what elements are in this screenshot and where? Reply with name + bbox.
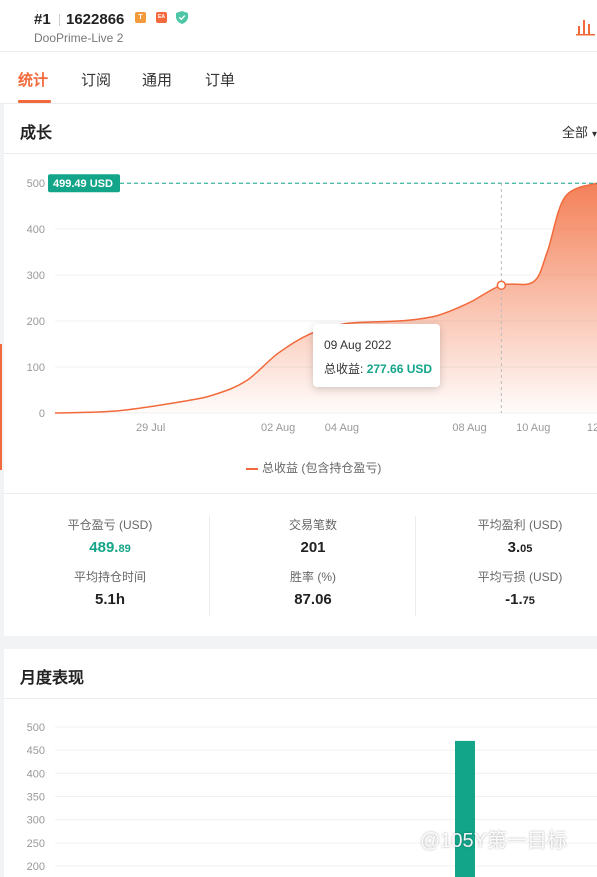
- range-filter-dropdown[interactable]: 全部 ▾: [562, 122, 597, 141]
- stat-value: 87.06: [294, 591, 332, 608]
- header-separator: [59, 14, 60, 26]
- stats-column-divider: [209, 516, 210, 616]
- tab-bar: 统计 订阅 通用 订单: [0, 52, 597, 104]
- tab-orders[interactable]: 订单: [205, 69, 235, 90]
- tooltip-label: 总收益:: [324, 362, 364, 376]
- x-tick-label: 12: [587, 422, 597, 434]
- stat-value: 489.89: [89, 539, 131, 556]
- tooltip-line: 总收益: 277.66 USD: [324, 360, 432, 377]
- monthly-bar[interactable]: [455, 740, 475, 877]
- trader-badge-icon: T: [135, 12, 146, 23]
- tooltip-date: 09 Aug 2022: [324, 338, 392, 352]
- server-name: DooPrime-Live 2: [34, 31, 124, 45]
- y-tick-label: 0: [39, 408, 45, 420]
- y-tick-label: 200: [27, 316, 45, 328]
- stat-label: 平均持仓时间: [73, 570, 146, 584]
- stat-item: 平均盈利 (USD) 3.05: [440, 516, 597, 556]
- stat-label: 平均亏损 (USD): [477, 570, 563, 584]
- growth-divider: [4, 153, 597, 154]
- growth-chart: 499.49 USD 0 100 200 300 400 500 29 Jul 02 Aug 0…: [27, 174, 597, 434]
- legend-label: 总收益 (包含持仓盈亏): [262, 461, 382, 475]
- account-number: 1622866: [66, 11, 125, 28]
- stat-value: 5.1h: [94, 591, 125, 608]
- y-tick-label: 400: [27, 224, 45, 236]
- active-tab-indicator: [18, 100, 51, 103]
- y-tick-label: 200: [27, 861, 45, 873]
- x-tick-label: 02 Aug: [261, 422, 295, 434]
- y-tick-label: 350: [27, 792, 45, 804]
- legend-swatch: [246, 467, 258, 470]
- rank-label: #1: [34, 11, 51, 28]
- stat-label: 平仓盈亏 (USD): [67, 518, 153, 532]
- stat-value: 201: [300, 539, 326, 556]
- range-filter-value: 全部: [561, 125, 588, 140]
- watermark-text: @105Y第一目标: [420, 830, 568, 852]
- y-tick-label: 450: [27, 745, 45, 757]
- growth-title: 成长: [20, 125, 53, 142]
- svg-text:499.49 USD: 499.49 USD: [53, 178, 113, 190]
- bar-chart-icon[interactable]: [575, 16, 595, 36]
- stat-label: 平均盈利 (USD): [477, 518, 563, 532]
- chart-legend[interactable]: 总收益 (包含持仓盈亏): [246, 459, 381, 476]
- y-tick-label: 100: [27, 362, 45, 374]
- x-tick-label: 29 Jul: [136, 422, 165, 434]
- left-accent-bar: [0, 344, 2, 470]
- verified-shield-icon: [176, 11, 188, 24]
- stat-label: 交易笔数: [288, 518, 337, 532]
- y-tick-label: 500: [27, 178, 45, 190]
- hover-point[interactable]: [496, 280, 507, 291]
- tab-statistics[interactable]: 统计: [18, 69, 48, 90]
- stat-item: 平均持仓时间 5.1h: [30, 568, 190, 608]
- stat-item: 平均亏损 (USD) -1.75: [440, 568, 597, 608]
- monthly-divider: [4, 698, 597, 699]
- stat-label: 胜率 (%): [290, 570, 336, 584]
- y-tick-label: 500: [27, 722, 45, 734]
- stat-value: -1.75: [505, 591, 535, 608]
- stat-item: 交易笔数 201: [233, 516, 393, 556]
- account-header: #1 1622866 T EA DooPrime-Live 2: [0, 0, 597, 52]
- stat-item: 平仓盈亏 (USD) 489.89: [30, 516, 190, 556]
- max-value-label: 499.49 USD: [48, 174, 120, 193]
- chart-tooltip: 09 Aug 2022 总收益: 277.66 USD: [313, 324, 440, 387]
- tab-general[interactable]: 通用: [142, 69, 172, 90]
- tab-subscribe[interactable]: 订阅: [81, 69, 111, 90]
- y-tick-label: 400: [27, 768, 45, 780]
- y-tick-label: 300: [27, 815, 45, 827]
- stats-column-divider: [415, 516, 416, 616]
- y-tick-label: 300: [27, 270, 45, 282]
- ea-badge-icon: EA: [156, 12, 167, 23]
- stat-item: 胜率 (%) 87.06: [233, 568, 393, 608]
- chevron-down-icon: ▾: [591, 129, 597, 140]
- y-tick-label: 250: [27, 838, 45, 850]
- x-tick-label: 04 Aug: [325, 422, 359, 434]
- monthly-title: 月度表现: [20, 670, 85, 687]
- stat-value: 3.05: [507, 539, 533, 556]
- tooltip-value: 277.66 USD: [366, 362, 433, 376]
- x-tick-label: 08 Aug: [452, 422, 486, 434]
- x-tick-label: 10 Aug: [516, 422, 550, 434]
- stats-divider: [4, 493, 597, 494]
